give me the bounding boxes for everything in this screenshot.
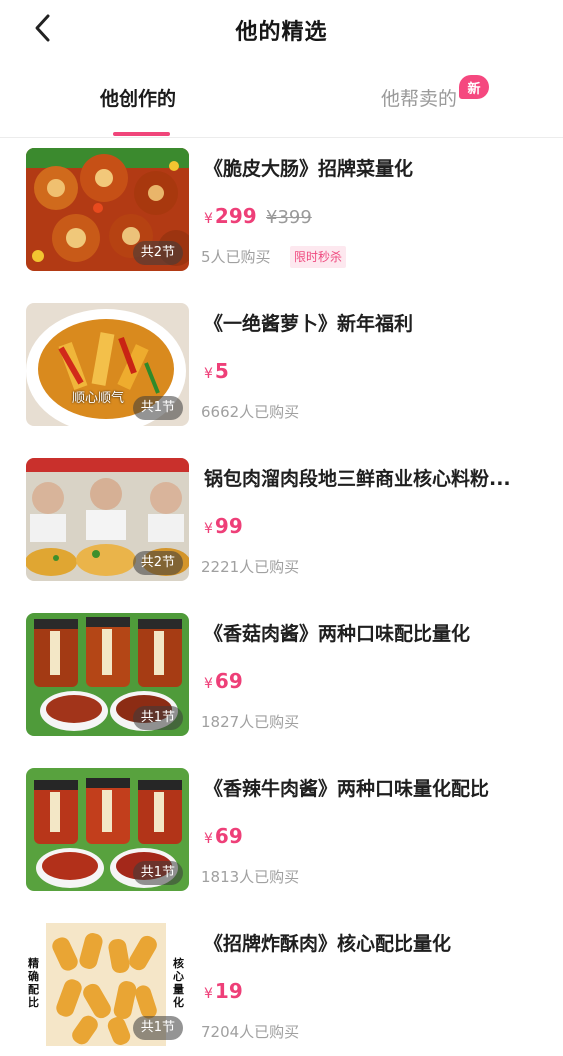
new-badge: 新 — [459, 75, 489, 99]
course-title[interactable]: 《脆皮大肠》招牌菜量化 — [204, 154, 544, 181]
list-item[interactable]: 共1节 《香辣牛肉酱》两种口味量化配比 ¥69 1813人已购买 — [0, 760, 563, 910]
price: ¥19 — [204, 979, 243, 1003]
currency-symbol: ¥ — [204, 831, 213, 847]
currency-symbol: ¥ — [204, 211, 213, 227]
page-title: 他的精选 — [235, 20, 328, 45]
list-item[interactable]: 顺心顺气 共1节 《一绝酱萝卜》新年福利 ¥5 6662人已购买 — [0, 295, 563, 445]
sections-badge: 共2节 — [132, 551, 183, 575]
list-item[interactable]: 共1节 《香菇肉酱》两种口味配比量化 ¥69 1827人已购买 — [0, 605, 563, 755]
course-thumbnail[interactable]: 共1节 — [26, 768, 189, 891]
sold-count: 6662人已购买 — [201, 403, 300, 421]
header: 他的精选 — [0, 0, 563, 60]
price: ¥5 — [204, 359, 229, 383]
list-item[interactable]: 共2节 《脆皮大肠》招牌菜量化 ¥299 ¥399 5人已购买 限时秒杀 — [0, 140, 563, 290]
price-value: 299 — [214, 204, 257, 228]
price-value: 69 — [214, 824, 243, 848]
course-thumbnail[interactable]: 共2节 — [26, 458, 189, 581]
course-title[interactable]: 《香菇肉酱》两种口味配比量化 — [204, 619, 544, 646]
thumb-caption: 顺心顺气 — [72, 391, 125, 406]
promo-tag: 限时秒杀 — [290, 246, 347, 268]
sections-badge: 共1节 — [132, 706, 183, 730]
price: ¥99 — [204, 514, 243, 538]
course-title[interactable]: 《香辣牛肉酱》两种口味量化配比 — [204, 774, 544, 801]
sections-badge: 共1节 — [132, 396, 183, 420]
currency-symbol: ¥ — [204, 521, 213, 537]
sold-count: 7204人已购买 — [201, 1023, 300, 1041]
sections-badge: 共1节 — [132, 1016, 183, 1040]
active-tab-indicator — [113, 132, 170, 136]
sections-badge: 共2节 — [132, 241, 183, 265]
price: ¥69 — [204, 824, 243, 848]
thumb-right-caption: 核心量化 — [173, 957, 184, 1009]
sold-count: 1813人已购买 — [201, 868, 300, 886]
price-value: 99 — [214, 514, 243, 538]
course-thumbnail[interactable]: 共1节 — [26, 613, 189, 736]
sold-count: 1827人已购买 — [201, 713, 300, 731]
sold-count: 2221人已购买 — [201, 558, 300, 576]
price-value: 5 — [214, 359, 229, 383]
course-thumbnail[interactable]: 共2节 — [26, 148, 189, 271]
course-title[interactable]: 《招牌炸酥肉》核心配比量化 — [204, 929, 544, 956]
currency-symbol: ¥ — [204, 676, 213, 692]
course-title[interactable]: 《一绝酱萝卜》新年福利 — [204, 309, 544, 336]
original-price: ¥399 — [266, 207, 312, 228]
currency-symbol: ¥ — [204, 366, 213, 382]
course-thumbnail[interactable]: 顺心顺气 共1节 — [26, 303, 189, 426]
sections-badge: 共1节 — [132, 861, 183, 885]
currency-symbol: ¥ — [204, 986, 213, 1002]
tab-created[interactable]: 他创作的 — [100, 84, 176, 111]
sold-count: 5人已购买 — [201, 248, 271, 266]
price: ¥299 — [204, 204, 257, 228]
price-value: 69 — [214, 669, 243, 693]
list-item[interactable]: 共2节 锅包肉溜肉段地三鲜商业核心料粉... ¥99 2221人已购买 — [0, 450, 563, 600]
price: ¥69 — [204, 669, 243, 693]
course-thumbnail[interactable]: 精确配比 核心量化 共1节 — [26, 923, 189, 1046]
thumb-left-caption: 精确配比 — [28, 957, 39, 1009]
list-item[interactable]: 精确配比 核心量化 共1节 《招牌炸酥肉》核心配比量化 ¥19 7204人已购买 — [0, 915, 563, 1056]
tab-helped-sell[interactable]: 他帮卖的 — [381, 84, 457, 111]
price-value: 19 — [214, 979, 243, 1003]
course-title[interactable]: 锅包肉溜肉段地三鲜商业核心料粉... — [204, 464, 544, 491]
